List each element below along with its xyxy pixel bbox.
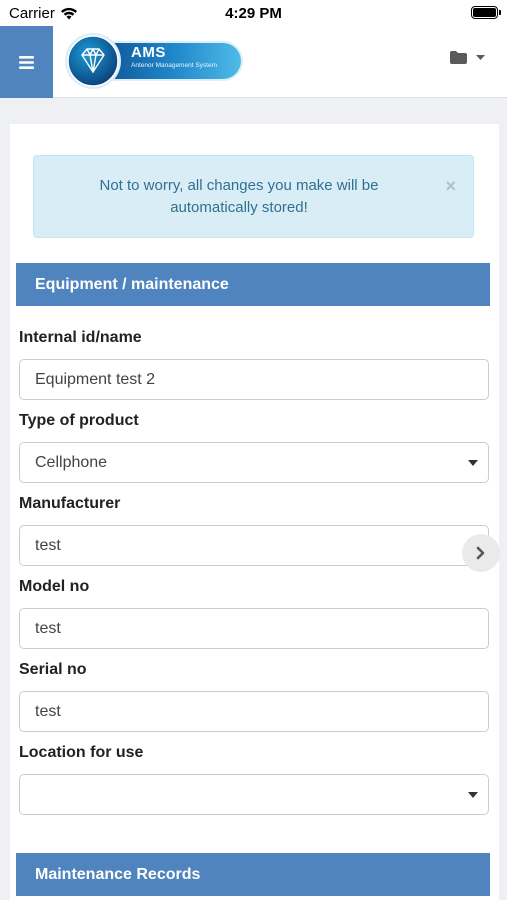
caret-down-icon <box>468 460 478 466</box>
model-no-label: Model no <box>19 578 90 595</box>
serial-no-label: Serial no <box>19 661 87 678</box>
status-bar: Carrier 4:29 PM <box>0 0 507 26</box>
logo-subtitle: Antenor Management System <box>131 62 217 69</box>
hamburger-menu-icon <box>19 55 34 69</box>
manufacturer-label: Manufacturer <box>19 495 121 512</box>
menu-button[interactable] <box>0 26 53 98</box>
serial-no-value: test <box>35 703 61 720</box>
caret-down-icon <box>468 792 478 798</box>
folder-icon <box>450 51 467 64</box>
logo-graphic <box>65 33 243 89</box>
product-type-value: Cellphone <box>35 454 108 471</box>
status-time: 4:29 PM <box>225 5 282 22</box>
section-header-equipment: Equipment / maintenance <box>16 263 490 306</box>
model-no-value: test <box>35 620 61 637</box>
product-type-label: Type of product <box>19 412 139 429</box>
info-alert: Not to worry, all changes you make will … <box>33 155 474 238</box>
ams-logo[interactable] <box>63 31 247 91</box>
logo-title: AMS <box>131 44 166 61</box>
close-icon[interactable]: × <box>445 176 456 197</box>
manufacturer-input[interactable]: test <box>19 525 500 572</box>
serial-no-input[interactable]: test <box>19 691 489 732</box>
caret-down-icon <box>476 54 485 60</box>
top-navbar: AMS Antenor Management System <box>0 26 507 98</box>
location-label: Location for use <box>19 744 144 761</box>
battery-icon <box>471 6 501 19</box>
internal-id-input[interactable]: Equipment test 2 <box>19 359 489 400</box>
main-card: Not to worry, all changes you make will … <box>10 124 500 900</box>
manufacturer-value: test <box>35 537 61 554</box>
location-select[interactable] <box>19 774 489 815</box>
model-no-input[interactable]: test <box>19 608 489 649</box>
internal-id-label: Internal id/name <box>19 329 142 346</box>
manufacturer-next-button[interactable] <box>462 534 500 572</box>
chevron-right-icon <box>476 546 485 560</box>
alert-message: Not to worry, all changes you make will … <box>99 177 379 216</box>
internal-id-value: Equipment test 2 <box>35 371 156 388</box>
product-type-select[interactable]: Cellphone <box>19 442 489 483</box>
section-header-maintenance-records: Maintenance Records <box>16 853 490 896</box>
folder-dropdown-button[interactable] <box>450 51 485 64</box>
